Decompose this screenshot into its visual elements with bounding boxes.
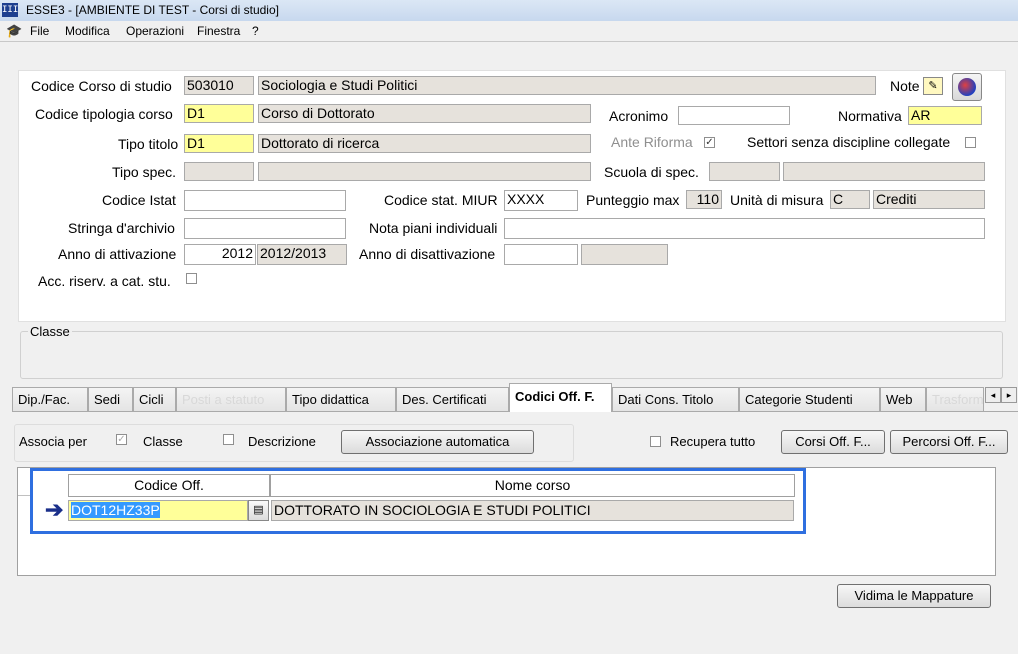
tipo-spec-label: Tipo spec.: [112, 164, 177, 180]
acc-riserv-label: Acc. riserv. a cat. stu.: [38, 273, 171, 289]
classe-group: [20, 331, 1003, 379]
grid-row-indicator-line: [18, 495, 30, 496]
ante-riforma-checkbox[interactable]: ✓: [704, 137, 715, 148]
anno-attivazione-field[interactable]: 2012: [184, 244, 256, 265]
normativa-field[interactable]: AR: [908, 106, 982, 125]
menu-finestra[interactable]: Finestra: [197, 24, 240, 38]
settori-label: Settori senza discipline collegate: [747, 134, 951, 150]
tipo-titolo-field[interactable]: D1: [184, 134, 254, 153]
tab-scroll-left-icon[interactable]: ◂: [985, 387, 1001, 403]
tab-scroll-right-icon[interactable]: ▸: [1001, 387, 1017, 403]
tab-des-certificati[interactable]: Des. Certificati: [396, 387, 509, 411]
anno-disattivazione-label: Anno di disattivazione: [359, 246, 496, 262]
associazione-automatica-button[interactable]: Associazione automatica: [341, 430, 534, 454]
window-title: ESSE3 - [AMBIENTE DI TEST - Corsi di stu…: [26, 3, 279, 17]
tipo-spec-desc: [258, 162, 591, 181]
anno-disattivazione-desc: [581, 244, 668, 265]
tipologia-desc: Corso di Dottorato: [258, 104, 591, 123]
recupera-tutto-checkbox[interactable]: [650, 436, 661, 447]
tab-dati-cons-titolo[interactable]: Dati Cons. Titolo: [612, 387, 739, 411]
nota-piani-field[interactable]: [504, 218, 985, 239]
tipo-titolo-desc: Dottorato di ricerca: [258, 134, 591, 153]
tab-cicli[interactable]: Cicli: [133, 387, 176, 411]
assoc-descrizione-label: Descrizione: [248, 434, 316, 449]
graduation-cap-icon: 🎓: [6, 23, 23, 38]
globe-icon: [958, 78, 976, 96]
menu-help[interactable]: ?: [252, 24, 259, 38]
codice-miur-label: Codice stat. MIUR: [384, 192, 498, 208]
stringa-field[interactable]: [184, 218, 346, 239]
tab-trasform: Trasform: [926, 387, 984, 411]
assoc-classe-checkbox[interactable]: ✓: [116, 434, 127, 445]
scuola-spec-desc: [783, 162, 985, 181]
tab-web[interactable]: Web: [880, 387, 926, 411]
note-edit-icon[interactable]: ✎: [923, 77, 943, 95]
unita-label: Unità di misura: [730, 192, 824, 208]
settori-checkbox[interactable]: [965, 137, 976, 148]
menu-file[interactable]: File: [30, 24, 49, 38]
tipologia-label: Codice tipologia corso: [35, 106, 173, 122]
tipo-spec-field[interactable]: [184, 162, 254, 181]
menu-modifica[interactable]: Modifica: [65, 24, 110, 38]
codice-miur-field[interactable]: XXXX: [504, 190, 578, 211]
anno-attivazione-desc: 2012/2013: [257, 244, 347, 265]
nota-piani-label: Nota piani individuali: [369, 220, 498, 236]
codice-corso-field[interactable]: 503010: [184, 76, 254, 95]
normativa-label: Normativa: [838, 108, 902, 124]
tab-sedi[interactable]: Sedi: [88, 387, 133, 411]
scuola-spec-field[interactable]: [709, 162, 780, 181]
tab-dip-fac[interactable]: Dip./Fac.: [12, 387, 88, 411]
unita-desc: Crediti: [873, 190, 985, 209]
codice-istat-label: Codice Istat: [102, 192, 176, 208]
menu-operazioni[interactable]: Operazioni: [126, 24, 184, 38]
tab-categorie-studenti[interactable]: Categorie Studenti: [739, 387, 880, 411]
assoc-classe-label: Classe: [143, 434, 183, 449]
acc-riserv-checkbox[interactable]: [186, 273, 197, 284]
acronimo-field[interactable]: [678, 106, 790, 125]
ante-riforma-label: Ante Riforma: [611, 134, 693, 150]
tipo-titolo-label: Tipo titolo: [118, 136, 179, 152]
codice-corso-label: Codice Corso di studio: [31, 78, 172, 94]
globe-button[interactable]: [952, 73, 982, 101]
anno-attivazione-label: Anno di attivazione: [58, 246, 177, 262]
corsi-off-button[interactable]: Corsi Off. F...: [781, 430, 885, 454]
note-label: Note: [890, 78, 920, 94]
assoc-descrizione-checkbox[interactable]: [223, 434, 234, 445]
acronimo-label: Acronimo: [609, 108, 669, 124]
classe-label: Classe: [28, 324, 72, 339]
recupera-tutto-label: Recupera tutto: [670, 434, 756, 449]
codice-istat-field[interactable]: [184, 190, 346, 211]
associa-per-label: Associa per: [19, 434, 87, 449]
tab-posti-statuto: Posti a statuto: [176, 387, 286, 411]
punteggio-field[interactable]: 110: [686, 190, 722, 209]
vidima-mappature-button[interactable]: Vidima le Mappature: [837, 584, 991, 608]
punteggio-label: Punteggio max: [586, 192, 680, 208]
stringa-label: Stringa d'archivio: [68, 220, 175, 236]
anno-disattivazione-field[interactable]: [504, 244, 578, 265]
highlight-frame: [30, 468, 806, 534]
percorsi-off-button[interactable]: Percorsi Off. F...: [890, 430, 1008, 454]
codice-corso-desc: Sociologia e Studi Politici: [258, 76, 876, 95]
tipologia-field[interactable]: D1: [184, 104, 254, 123]
tab-codici-off[interactable]: Codici Off. F.: [509, 383, 612, 412]
tab-tipo-didattica[interactable]: Tipo didattica: [286, 387, 396, 411]
app-icon: III: [2, 3, 19, 17]
unita-field[interactable]: C: [830, 190, 870, 209]
scuola-spec-label: Scuola di spec.: [604, 164, 699, 180]
